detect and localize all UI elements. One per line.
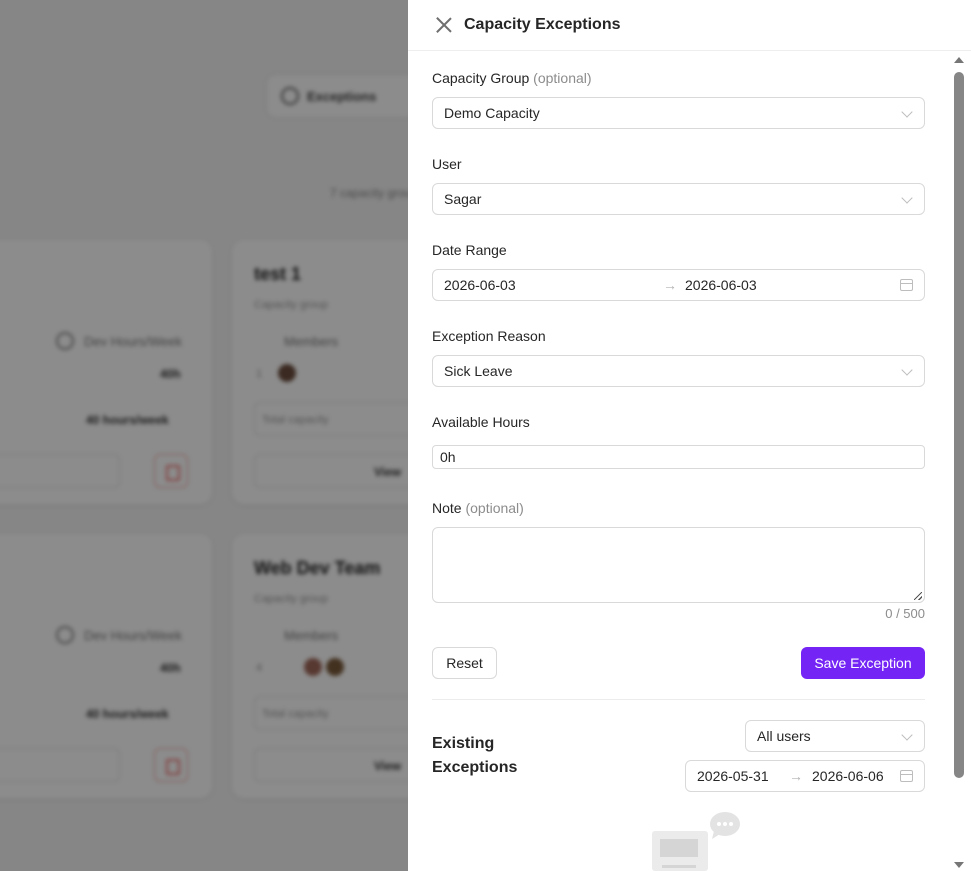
user-value: Sagar [444,191,482,207]
capacity-group-value: Demo Capacity [444,105,540,121]
chevron-down-icon [901,106,913,118]
user-label: User [432,156,462,172]
note-textarea[interactable] [432,527,925,603]
reset-button[interactable]: Reset [432,647,497,679]
exception-reason-value: Sick Leave [444,363,513,379]
scrollbar-thumb[interactable] [954,72,964,778]
end-date-input[interactable]: 2026-06-03 [685,277,757,293]
optional-hint: (optional) [533,70,592,86]
exception-reason-label: Exception Reason [432,328,546,344]
drawer-title: Capacity Exceptions [464,16,621,33]
calendar-icon [900,279,913,291]
note-label-text: Note [432,500,462,516]
exception-reason-select[interactable]: Sick Leave [432,355,925,387]
date-range-picker[interactable]: 2026-06-03 → 2026-06-03 [432,269,925,301]
date-range-label: Date Range [432,242,507,258]
capacity-group-label: Capacity Group (optional) [432,70,592,86]
empty-state-icon [652,812,740,871]
user-filter-select[interactable]: All users [745,720,925,752]
drawer-header: Capacity Exceptions [408,0,971,51]
existing-start-date[interactable]: 2026-05-31 [697,768,769,784]
close-icon[interactable] [436,17,452,33]
range-arrow-icon: → [789,768,803,784]
scroll-down-icon[interactable] [954,862,964,868]
range-arrow-icon: → [663,277,677,293]
resize-handle-icon[interactable] [914,592,922,600]
existing-date-range-picker[interactable]: 2026-05-31 → 2026-06-06 [685,760,925,792]
start-date-input[interactable]: 2026-06-03 [444,277,516,293]
capacity-group-select[interactable]: Demo Capacity [432,97,925,129]
capacity-group-label-text: Capacity Group [432,70,530,86]
chevron-down-icon [901,192,913,204]
optional-hint: (optional) [465,500,524,516]
user-filter-value: All users [757,728,811,744]
section-divider [432,699,925,700]
chevron-down-icon [901,364,913,376]
save-exception-button[interactable]: Save Exception [801,647,925,679]
user-select[interactable]: Sagar [432,183,925,215]
note-label: Note (optional) [432,500,524,516]
scroll-up-icon[interactable] [954,57,964,63]
chevron-down-icon [901,729,913,741]
note-char-counter: 0 / 500 [885,606,925,621]
existing-exceptions-title: Existing Exceptions [432,735,518,776]
capacity-exceptions-drawer: Capacity Exceptions Capacity Group (opti… [408,0,971,871]
existing-end-date[interactable]: 2026-06-06 [812,768,884,784]
available-hours-label: Available Hours [432,414,530,430]
available-hours-input[interactable]: 0h [432,445,925,469]
calendar-icon [900,770,913,782]
